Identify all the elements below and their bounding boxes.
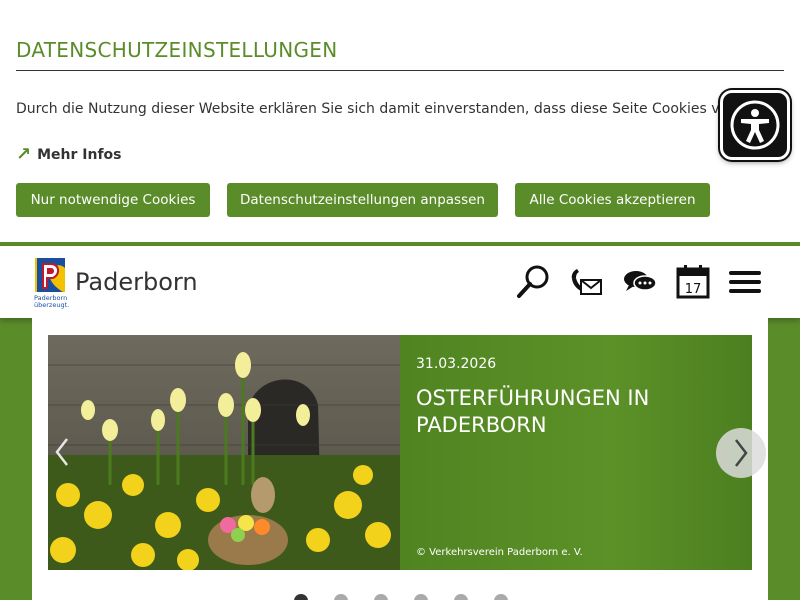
hero-slider: 31.03.2026 Osterführungen in Paderborn ©… (48, 335, 752, 570)
necessary-cookies-button[interactable]: Nur notwendige Cookies (16, 183, 210, 217)
cookie-banner: DATENSCHUTZEINSTELLUNGEN Durch die Nutzu… (0, 0, 800, 242)
chat-icon (624, 271, 657, 291)
logo[interactable]: Paderborn überzeugt. (33, 256, 69, 310)
slider-next-button[interactable] (716, 428, 766, 478)
paderborn-logo-icon: Paderborn überzeugt. (34, 258, 69, 309)
slider-dot[interactable] (454, 594, 468, 600)
more-info-link[interactable]: ↗ Mehr Infos (16, 144, 121, 165)
slide-caption[interactable]: 31.03.2026 Osterführungen in Paderborn ©… (400, 335, 752, 570)
slide-title[interactable]: Osterführungen in Paderborn (416, 385, 716, 439)
slider-dot[interactable] (414, 594, 428, 600)
accessibility-icon (730, 100, 780, 150)
customize-privacy-button[interactable]: Datenschutzeinstellungen anpassen (227, 183, 498, 217)
menu-icon (729, 271, 761, 293)
slider-dot[interactable] (294, 594, 308, 600)
slide-credit: © Verkehrsverein Paderborn e. V. (416, 547, 583, 558)
divider (16, 70, 784, 71)
more-info-label: Mehr Infos (37, 146, 122, 163)
slider-dot[interactable] (334, 594, 348, 600)
menu-button[interactable] (725, 262, 765, 302)
accessibility-button[interactable] (720, 90, 790, 160)
contact-icon (571, 269, 602, 295)
cookie-text: Durch die Nutzung dieser Website erkläre… (16, 101, 728, 117)
search-button[interactable] (513, 262, 553, 302)
accept-all-cookies-button[interactable]: Alle Cookies akzeptieren (515, 183, 710, 217)
svg-text:überzeugt.: überzeugt. (34, 301, 69, 309)
slider-dot[interactable] (374, 594, 388, 600)
calendar-icon: 17 (676, 265, 710, 299)
cookie-title: DATENSCHUTZEINSTELLUNGEN (16, 38, 338, 62)
contact-button[interactable] (566, 262, 606, 302)
slider-pagination (294, 594, 508, 600)
chat-button[interactable] (620, 262, 660, 302)
calendar-day: 17 (685, 282, 702, 297)
calendar-button[interactable]: 17 (673, 262, 713, 302)
slider-dot[interactable] (494, 594, 508, 600)
slide-image[interactable] (48, 335, 400, 570)
arrow-up-right-icon: ↗ (16, 144, 32, 165)
search-icon (517, 265, 549, 298)
slide-date: 31.03.2026 (416, 356, 497, 372)
site-header: Paderborn überzeugt. Paderborn 17 (0, 246, 800, 318)
chevron-right-icon (735, 439, 748, 467)
slider-prev-button[interactable] (48, 432, 76, 472)
chevron-left-icon (55, 438, 68, 466)
site-title[interactable]: Paderborn (75, 268, 198, 296)
